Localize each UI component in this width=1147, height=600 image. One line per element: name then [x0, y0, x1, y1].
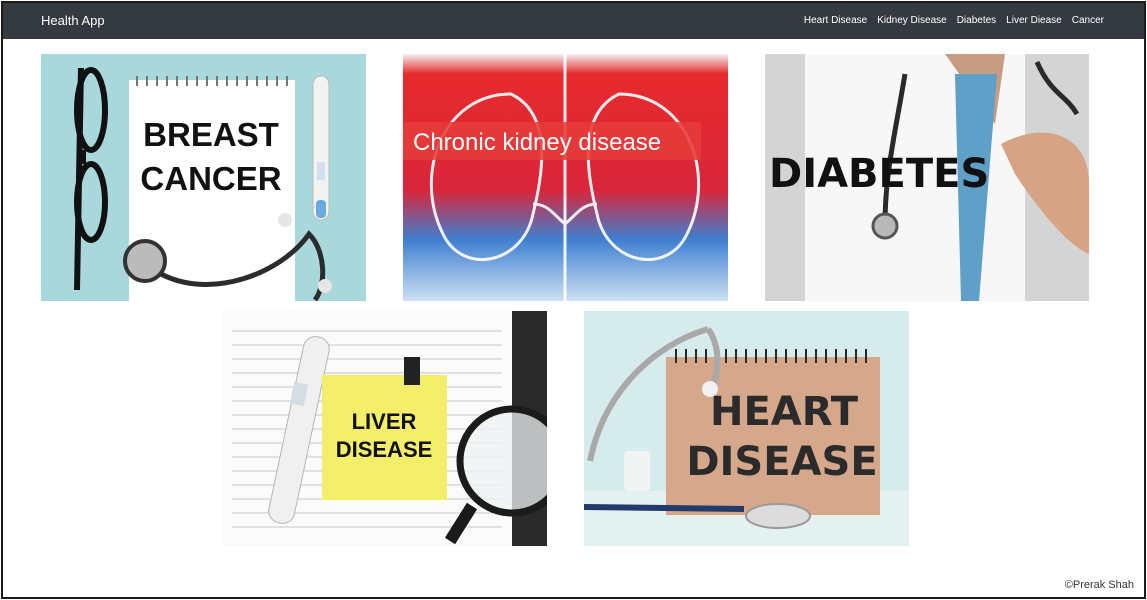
nav-link-diabetes[interactable]: Diabetes — [957, 15, 996, 26]
nav-link-liver-disease[interactable]: Liver Diease — [1006, 15, 1062, 26]
liver-line2: DISEASE — [336, 437, 433, 462]
diabetes-word: DIABETES — [769, 151, 989, 197]
liver-disease-image: LIVER DISEASE — [222, 311, 547, 546]
heart-line1: HEART — [710, 389, 859, 435]
liver-disease-card[interactable]: LIVER DISEASE — [222, 311, 547, 546]
diabetes-image: DIABETES — [765, 54, 1089, 301]
breast-line1: BREAST — [143, 116, 279, 153]
copyright-footer: ©Prerak Shah — [1064, 579, 1134, 591]
brand-link[interactable]: Health App — [41, 13, 105, 28]
breast-cancer-image: BREAST CANCER — [41, 54, 366, 301]
breast-line2: CANCER — [140, 160, 281, 197]
diabetes-card[interactable]: DIABETES — [765, 54, 1089, 301]
navbar: Health App Heart Disease Kidney Disease … — [3, 3, 1144, 39]
nav-link-heart-disease[interactable]: Heart Disease — [804, 15, 867, 26]
kidney-disease-card[interactable]: Chronic kidney disease — [403, 54, 728, 301]
app-frame: Health App Heart Disease Kidney Disease … — [1, 1, 1146, 599]
kidney-disease-image: Chronic kidney disease — [403, 54, 728, 301]
nav-link-kidney-disease[interactable]: Kidney Disease — [877, 15, 946, 26]
liver-line1: LIVER — [352, 409, 417, 434]
kidney-caption: Chronic kidney disease — [413, 129, 661, 156]
nav-links: Heart Disease Kidney Disease Diabetes Li… — [804, 15, 1104, 26]
heart-line2: DISEASE — [686, 439, 877, 485]
heart-disease-card[interactable]: HEART DISEASE — [584, 311, 909, 546]
breast-cancer-card[interactable]: BREAST CANCER — [41, 54, 366, 301]
heart-disease-image: HEART DISEASE — [584, 311, 909, 546]
nav-link-cancer[interactable]: Cancer — [1072, 15, 1104, 26]
